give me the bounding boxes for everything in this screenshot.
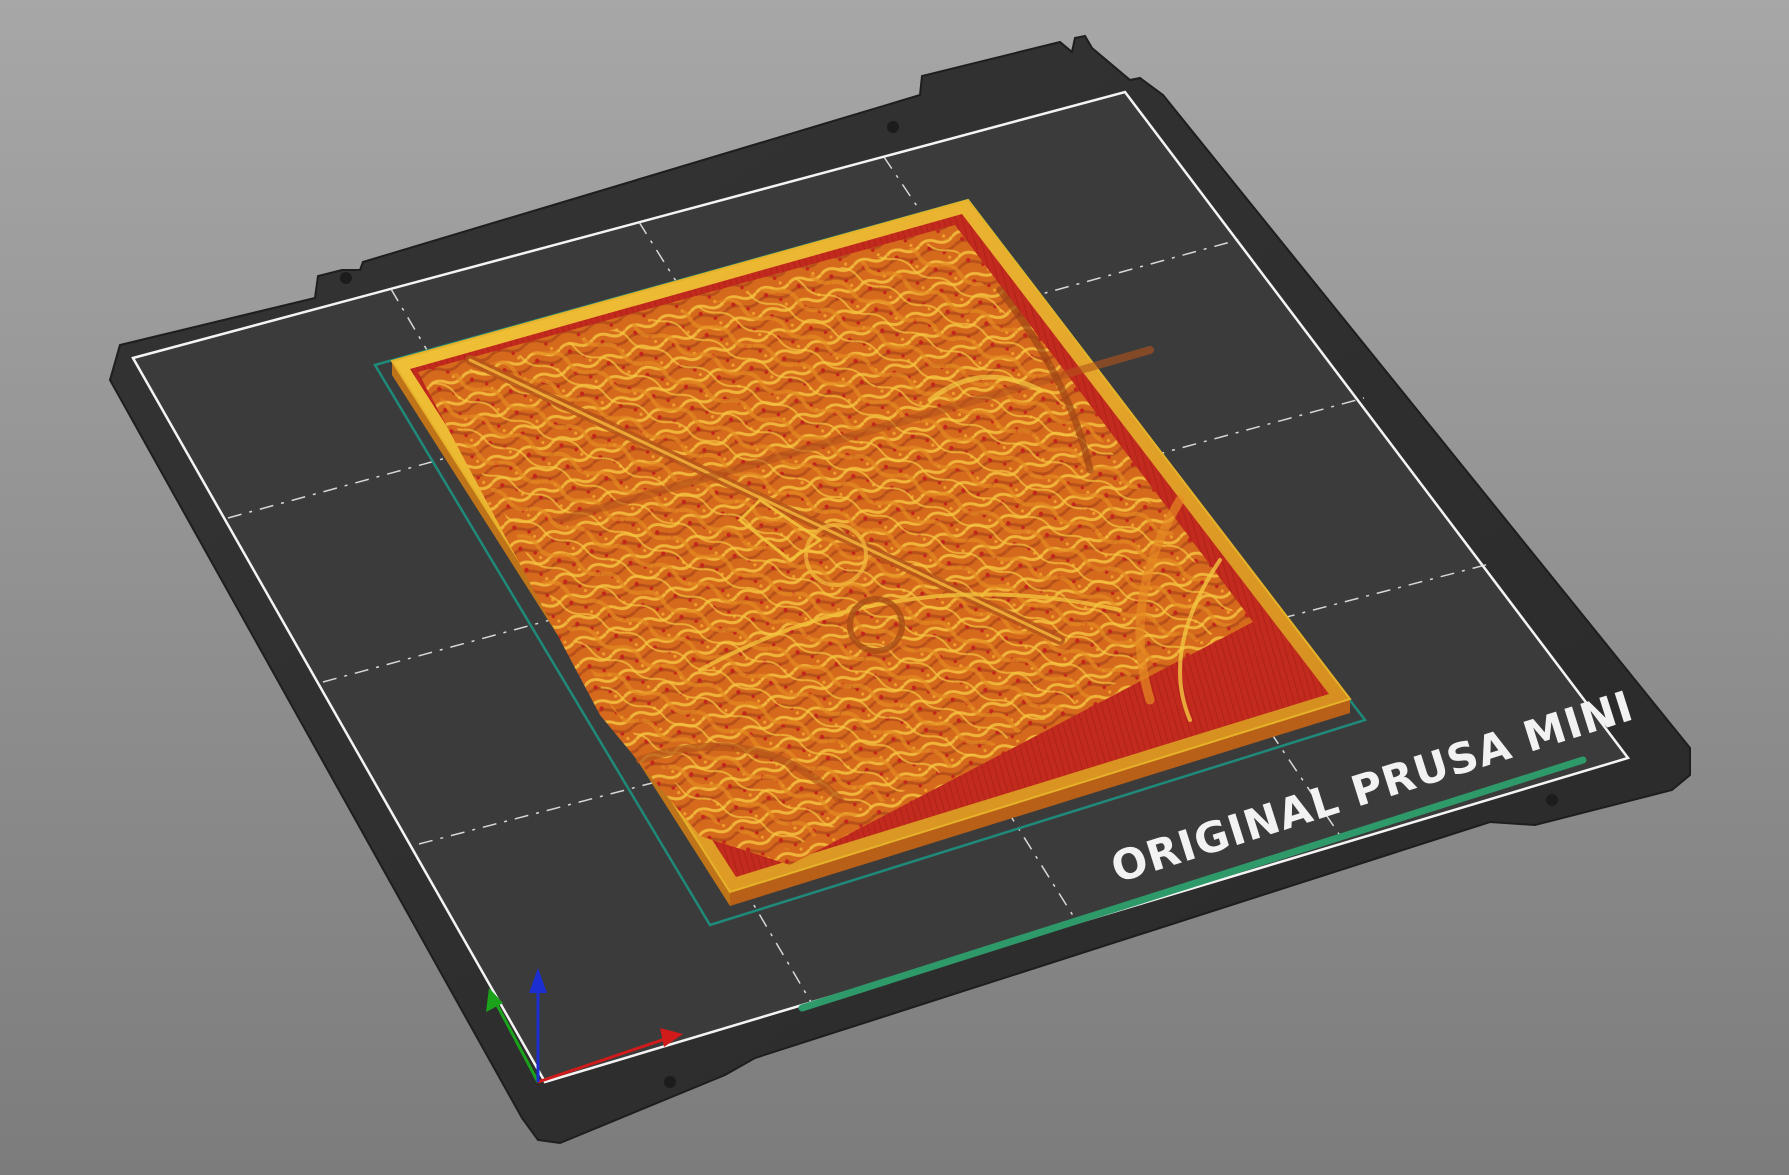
scene-canvas[interactable]: ORIGINAL PRUSA MINI: [0, 0, 1789, 1175]
mount-hole-icon: [340, 272, 352, 284]
3d-viewport[interactable]: ORIGINAL PRUSA MINI: [0, 0, 1789, 1175]
mount-hole-icon: [887, 121, 899, 133]
mount-hole-icon: [1546, 794, 1558, 806]
mount-hole-icon: [664, 1076, 676, 1088]
